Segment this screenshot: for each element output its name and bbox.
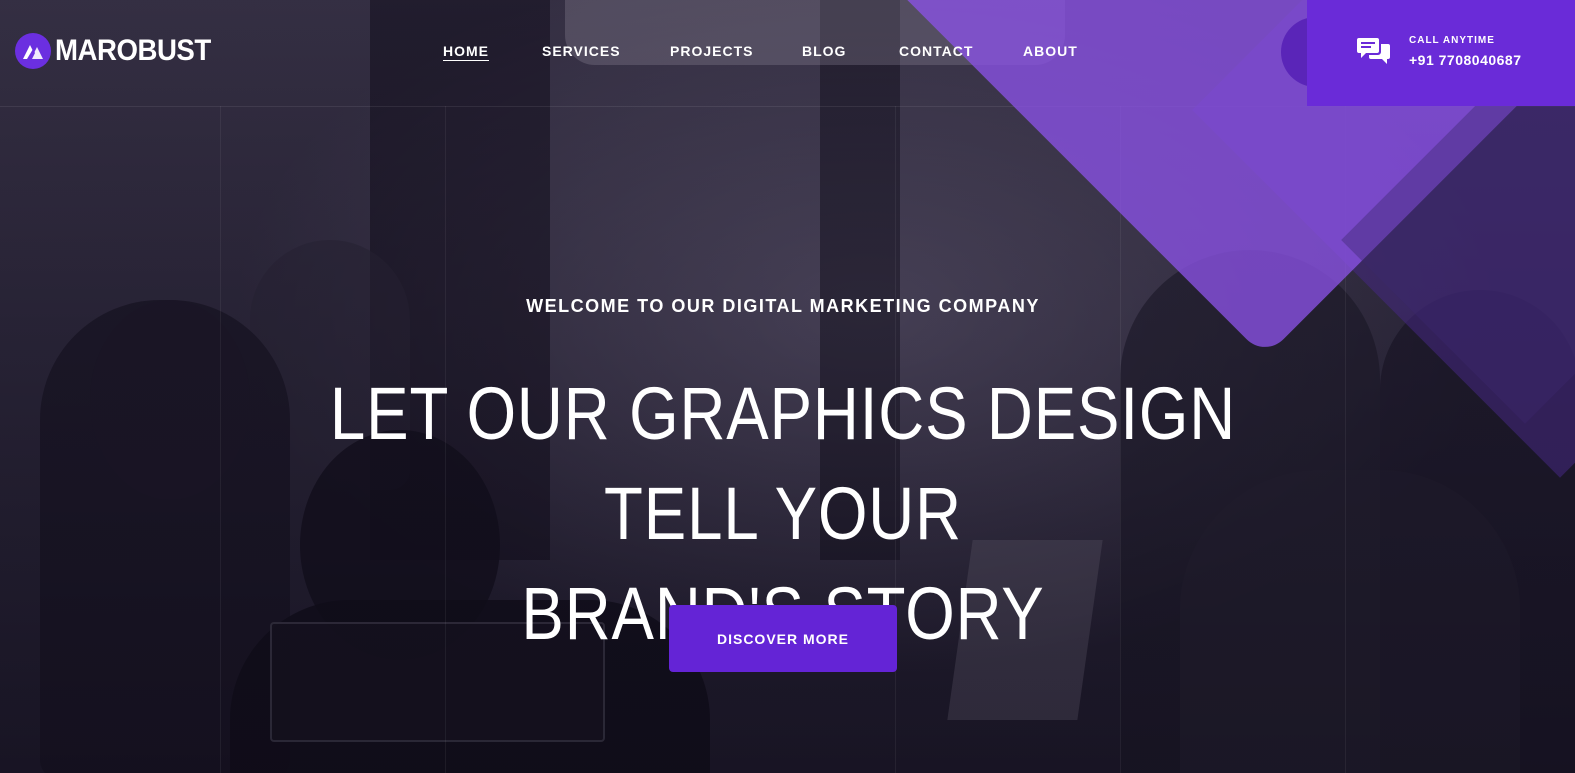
hero-headline-line: LET OUR GRAPHICS DESIGN TELL YOUR (329, 372, 1237, 555)
site-header: MAROBUST HOME SERVICES PROJECTS BLOG CON… (0, 0, 1575, 106)
nav-item-projects[interactable]: PROJECTS (670, 43, 753, 59)
call-label: CALL ANYTIME (1409, 35, 1495, 46)
grid-line (220, 106, 221, 773)
brand-name: MAROBUST (55, 34, 211, 67)
site-logo[interactable]: MAROBUST (15, 33, 224, 69)
nav-item-services[interactable]: SERVICES (542, 43, 621, 59)
hero-kicker: WELCOME TO OUR DIGITAL MARKETING COMPANY (526, 296, 1040, 316)
nav-item-blog[interactable]: BLOG (802, 43, 846, 59)
marobust-logo-icon (15, 33, 51, 69)
nav-item-home[interactable]: HOME (443, 43, 489, 59)
discover-more-button[interactable]: DISCOVER MORE (669, 605, 897, 672)
chat-bubbles-icon (1357, 36, 1391, 71)
hero-section: MAROBUST HOME SERVICES PROJECTS BLOG CON… (0, 0, 1575, 773)
call-phone-number[interactable]: +91 7708040687 (1409, 52, 1522, 68)
nav-item-about[interactable]: ABOUT (1023, 43, 1078, 59)
nav-item-contact[interactable]: CONTACT (899, 43, 973, 59)
